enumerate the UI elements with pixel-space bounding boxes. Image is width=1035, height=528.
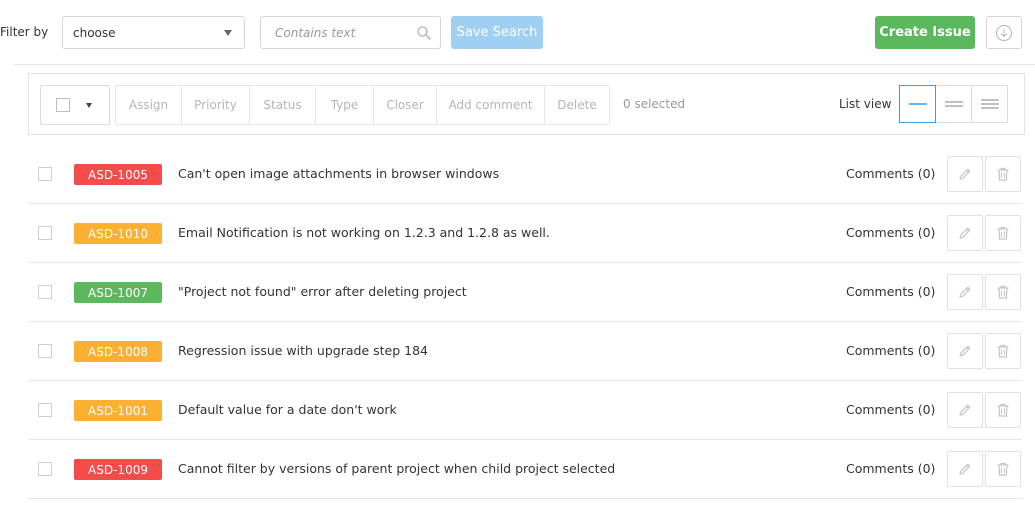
issue-title[interactable]: Email Notification is not working on 1.2… bbox=[178, 225, 550, 240]
issue-list: ASD-1005 Can't open image attachments in… bbox=[28, 145, 1022, 499]
comments-link[interactable]: Comments (0) bbox=[846, 166, 935, 181]
issue-title[interactable]: Default value for a date don't work bbox=[178, 402, 397, 417]
search-icon[interactable] bbox=[416, 25, 432, 41]
download-icon bbox=[995, 24, 1013, 41]
status-button[interactable]: Status bbox=[250, 86, 316, 124]
delete-button[interactable] bbox=[985, 156, 1021, 192]
search-input[interactable] bbox=[261, 17, 409, 48]
issue-row-asd-1007: ASD-1007 "Project not found" error after… bbox=[28, 263, 1022, 322]
trash-icon bbox=[997, 344, 1009, 358]
filter-by-label: Filter by bbox=[0, 25, 49, 39]
filter-select-value: choose bbox=[73, 25, 116, 40]
issue-id-badge-asd-1005: ASD-1005 bbox=[74, 164, 162, 185]
save-search-button[interactable]: Save Search bbox=[451, 16, 543, 49]
delete-button[interactable]: Delete bbox=[545, 86, 609, 124]
issue-row-asd-1010: ASD-1010 Email Notification is not worki… bbox=[28, 204, 1022, 263]
issue-title[interactable]: Can't open image attachments in browser … bbox=[178, 166, 499, 181]
view-expanded-button[interactable] bbox=[971, 85, 1008, 123]
closer-button[interactable]: Closer bbox=[374, 86, 437, 124]
assign-button[interactable]: Assign bbox=[116, 86, 182, 124]
edit-button[interactable] bbox=[947, 215, 983, 251]
add-comment-button[interactable]: Add comment bbox=[437, 86, 545, 124]
pencil-icon bbox=[959, 168, 971, 180]
issue-id-badge-asd-1009: ASD-1009 bbox=[74, 459, 162, 480]
pencil-icon bbox=[959, 227, 971, 239]
delete-button[interactable] bbox=[985, 274, 1021, 310]
row-checkbox[interactable] bbox=[38, 226, 52, 240]
single-line-icon bbox=[908, 103, 927, 105]
select-all-dropdown[interactable] bbox=[40, 85, 110, 125]
caret-down-icon bbox=[224, 29, 232, 36]
issue-row-asd-1005: ASD-1005 Can't open image attachments in… bbox=[28, 145, 1022, 204]
filter-select[interactable]: choose bbox=[62, 16, 245, 49]
pencil-icon bbox=[959, 404, 971, 416]
issue-title[interactable]: "Project not found" error after deleting… bbox=[178, 284, 467, 299]
edit-button[interactable] bbox=[947, 156, 983, 192]
triple-line-icon bbox=[980, 99, 999, 109]
trash-icon bbox=[997, 403, 1009, 417]
trash-icon bbox=[997, 285, 1009, 299]
edit-button[interactable] bbox=[947, 451, 983, 487]
caret-down-icon bbox=[86, 102, 92, 108]
double-line-icon bbox=[944, 101, 963, 107]
type-button[interactable]: Type bbox=[316, 86, 374, 124]
edit-button[interactable] bbox=[947, 333, 983, 369]
issue-id-badge-asd-1010: ASD-1010 bbox=[74, 223, 162, 244]
row-checkbox[interactable] bbox=[38, 167, 52, 181]
priority-button[interactable]: Priority bbox=[182, 86, 250, 124]
issue-id-badge-asd-1007: ASD-1007 bbox=[74, 282, 162, 303]
issue-row-asd-1001: ASD-1001 Default value for a date don't … bbox=[28, 381, 1022, 440]
pencil-icon bbox=[959, 286, 971, 298]
trash-icon bbox=[997, 167, 1009, 181]
list-view-label: List view bbox=[839, 97, 892, 111]
issue-title[interactable]: Regression issue with upgrade step 184 bbox=[178, 343, 428, 358]
row-checkbox[interactable] bbox=[38, 285, 52, 299]
row-checkbox[interactable] bbox=[38, 344, 52, 358]
search-field[interactable] bbox=[260, 16, 441, 49]
download-button[interactable] bbox=[986, 16, 1022, 49]
edit-button[interactable] bbox=[947, 392, 983, 428]
selected-count: 0 selected bbox=[623, 97, 686, 111]
delete-button[interactable] bbox=[985, 392, 1021, 428]
view-density-toggle bbox=[899, 85, 1008, 123]
select-all-checkbox[interactable] bbox=[56, 98, 70, 112]
bulk-action-toolbar: Assign Priority Status Type Closer Add c… bbox=[28, 73, 1025, 135]
comments-link[interactable]: Comments (0) bbox=[846, 461, 935, 476]
header-divider bbox=[14, 64, 1035, 65]
comments-link[interactable]: Comments (0) bbox=[846, 343, 935, 358]
issue-row-asd-1008: ASD-1008 Regression issue with upgrade s… bbox=[28, 322, 1022, 381]
issue-row-asd-1009: ASD-1009 Cannot filter by versions of pa… bbox=[28, 440, 1022, 499]
comments-link[interactable]: Comments (0) bbox=[846, 284, 935, 299]
bulk-actions: Assign Priority Status Type Closer Add c… bbox=[115, 85, 610, 125]
delete-button[interactable] bbox=[985, 215, 1021, 251]
issue-id-badge-asd-1008: ASD-1008 bbox=[74, 341, 162, 362]
row-checkbox[interactable] bbox=[38, 403, 52, 417]
view-medium-button[interactable] bbox=[935, 85, 972, 123]
view-compact-button[interactable] bbox=[899, 85, 936, 123]
issue-id-badge-asd-1001: ASD-1001 bbox=[74, 400, 162, 421]
comments-link[interactable]: Comments (0) bbox=[846, 402, 935, 417]
pencil-icon bbox=[959, 345, 971, 357]
pencil-icon bbox=[959, 463, 971, 475]
issue-title[interactable]: Cannot filter by versions of parent proj… bbox=[178, 461, 615, 476]
edit-button[interactable] bbox=[947, 274, 983, 310]
trash-icon bbox=[997, 462, 1009, 476]
row-checkbox[interactable] bbox=[38, 462, 52, 476]
create-issue-button[interactable]: Create Issue bbox=[875, 16, 975, 49]
comments-link[interactable]: Comments (0) bbox=[846, 225, 935, 240]
delete-button[interactable] bbox=[985, 451, 1021, 487]
trash-icon bbox=[997, 226, 1009, 240]
delete-button[interactable] bbox=[985, 333, 1021, 369]
